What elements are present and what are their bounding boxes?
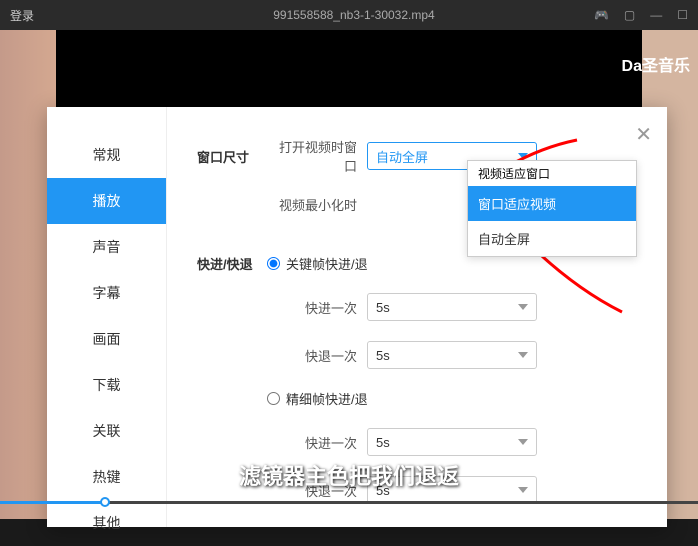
video-subtitle: 滤镜器主色把我们退返 xyxy=(239,459,459,491)
titlebar: 登录 991558588_nb3-1-30032.mp4 🎮 ▢ ― ☐ xyxy=(0,0,698,30)
sidebar-item-other[interactable]: 其他 xyxy=(47,500,166,546)
select-fwd1[interactable]: 5s xyxy=(367,293,537,321)
video-area: Da圣音乐 常规 播放 声音 字幕 画面 下载 关联 热键 其他 ✕ 窗口尺寸 … xyxy=(0,30,698,519)
sidebar-item-playback[interactable]: 播放 xyxy=(47,178,166,224)
minimize-icon[interactable]: ― xyxy=(650,8,662,22)
row-fine: 精细帧快进/退 xyxy=(267,389,637,408)
maximize-icon[interactable]: ☐ xyxy=(677,8,688,22)
progress-fill xyxy=(0,501,105,504)
chevron-down-icon xyxy=(518,439,528,445)
label-fwd-once: 快进一次 xyxy=(267,298,357,317)
radio-fine[interactable] xyxy=(267,392,280,405)
titlebar-icons: 🎮 ▢ ― ☐ xyxy=(594,8,688,22)
sidebar-item-general[interactable]: 常规 xyxy=(47,132,166,178)
row-fwd2: 快进一次 5s xyxy=(267,428,637,456)
sidebar-item-download[interactable]: 下载 xyxy=(47,362,166,408)
dropdown-item-window-fit[interactable]: 窗口适应视频 xyxy=(468,186,636,221)
close-icon[interactable]: ✕ xyxy=(635,122,652,147)
label-keyframe: 关键帧快进/退 xyxy=(286,254,368,273)
login-text[interactable]: 登录 xyxy=(10,7,34,24)
radio-keyframe[interactable] xyxy=(267,257,280,270)
dropdown-item-video-fit[interactable]: 视频适应窗口 xyxy=(468,161,636,186)
label-pause-step: 暂停时，逐帧快进/退 xyxy=(316,524,437,527)
sidebar-item-association[interactable]: 关联 xyxy=(47,408,166,454)
chevron-down-icon xyxy=(518,153,528,159)
label-open-video: 打开视频时窗口 xyxy=(267,137,357,175)
sidebar-item-subtitle[interactable]: 字幕 xyxy=(47,270,166,316)
select-bwd1[interactable]: 5s xyxy=(367,341,537,369)
chevron-down-icon xyxy=(518,304,528,310)
game-icon[interactable]: 🎮 xyxy=(594,8,609,22)
select-fwd2[interactable]: 5s xyxy=(367,428,537,456)
label-bwd-once: 快退一次 xyxy=(267,346,357,365)
dropdown-item-auto-fullscreen[interactable]: 自动全屏 xyxy=(468,221,636,256)
progress-thumb[interactable] xyxy=(100,497,110,507)
filename-text: 991558588_nb3-1-30032.mp4 xyxy=(114,8,594,22)
dropdown-window-mode: 视频适应窗口 窗口适应视频 自动全屏 xyxy=(467,160,637,257)
section-ffrw: 快进/快退 xyxy=(197,254,267,273)
progress-bar[interactable] xyxy=(0,501,698,504)
chevron-down-icon xyxy=(518,352,528,358)
select-open-value: 自动全屏 xyxy=(376,147,428,166)
sidebar-item-sound[interactable]: 声音 xyxy=(47,224,166,270)
label-fine: 精细帧快进/退 xyxy=(286,389,368,408)
settings-sidebar: 常规 播放 声音 字幕 画面 下载 关联 热键 其他 xyxy=(47,107,167,527)
window-icon[interactable]: ▢ xyxy=(624,8,635,22)
label-min-video: 视频最小化时 xyxy=(267,195,357,214)
sidebar-item-picture[interactable]: 画面 xyxy=(47,316,166,362)
chevron-down-icon xyxy=(518,487,528,493)
watermark: Da圣音乐 xyxy=(622,52,690,76)
row-pause-step: 暂停时，逐帧快进/退 xyxy=(197,524,637,527)
row-fwd1: 快进一次 5s xyxy=(267,293,637,321)
sidebar-item-hotkey[interactable]: 热键 xyxy=(47,454,166,500)
row-bwd1: 快退一次 5s xyxy=(267,341,637,369)
section-window-size: 窗口尺寸 xyxy=(197,147,267,166)
